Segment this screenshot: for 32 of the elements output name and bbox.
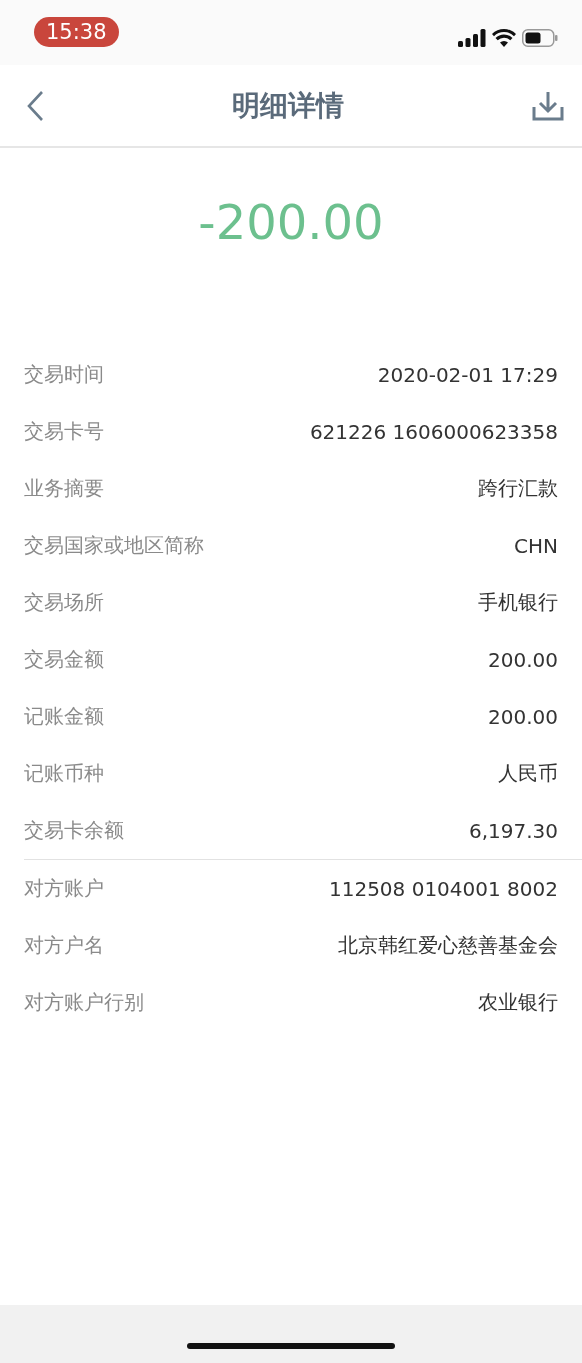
detail-label: 交易国家或地区简称 [24,532,204,559]
wifi-icon [492,28,516,47]
detail-value: 跨行汇款 [478,475,558,502]
detail-label: 对方账户 [24,875,104,902]
detail-value: 人民币 [498,760,558,787]
detail-value: CHN [514,533,558,558]
detail-value: 北京韩红爱心慈善基金会 [338,932,558,959]
detail-label: 交易金额 [24,646,104,673]
detail-label: 交易卡号 [24,418,104,445]
detail-value: 手机银行 [478,589,558,616]
detail-label: 交易卡余额 [24,817,124,844]
detail-value: 621226 1606000623358 [309,419,558,444]
detail-label: 交易场所 [24,589,104,616]
detail-value: 200.00 [488,704,558,729]
status-time: 15:38 [34,16,119,47]
detail-label: 记账币种 [24,760,104,787]
detail-label: 交易时间 [24,361,104,388]
detail-label: 对方账户行别 [24,989,144,1016]
page-title: 明细详情 [232,87,344,124]
battery-icon [522,28,558,47]
detail-label: 对方户名 [24,932,104,959]
signal-icon [458,28,486,47]
transaction-amount: -200.00 [198,194,384,250]
download-icon[interactable] [532,90,564,121]
detail-value: 农业银行 [478,989,558,1016]
detail-value: 2020-02-01 17:29 [377,362,558,387]
back-icon[interactable] [26,89,44,122]
detail-label: 记账金额 [24,703,104,730]
detail-value: 6,197.30 [468,818,558,843]
detail-value: 112508 0104001 8002 [328,876,558,901]
detail-label: 业务摘要 [24,475,104,502]
detail-value: 200.00 [488,647,558,672]
